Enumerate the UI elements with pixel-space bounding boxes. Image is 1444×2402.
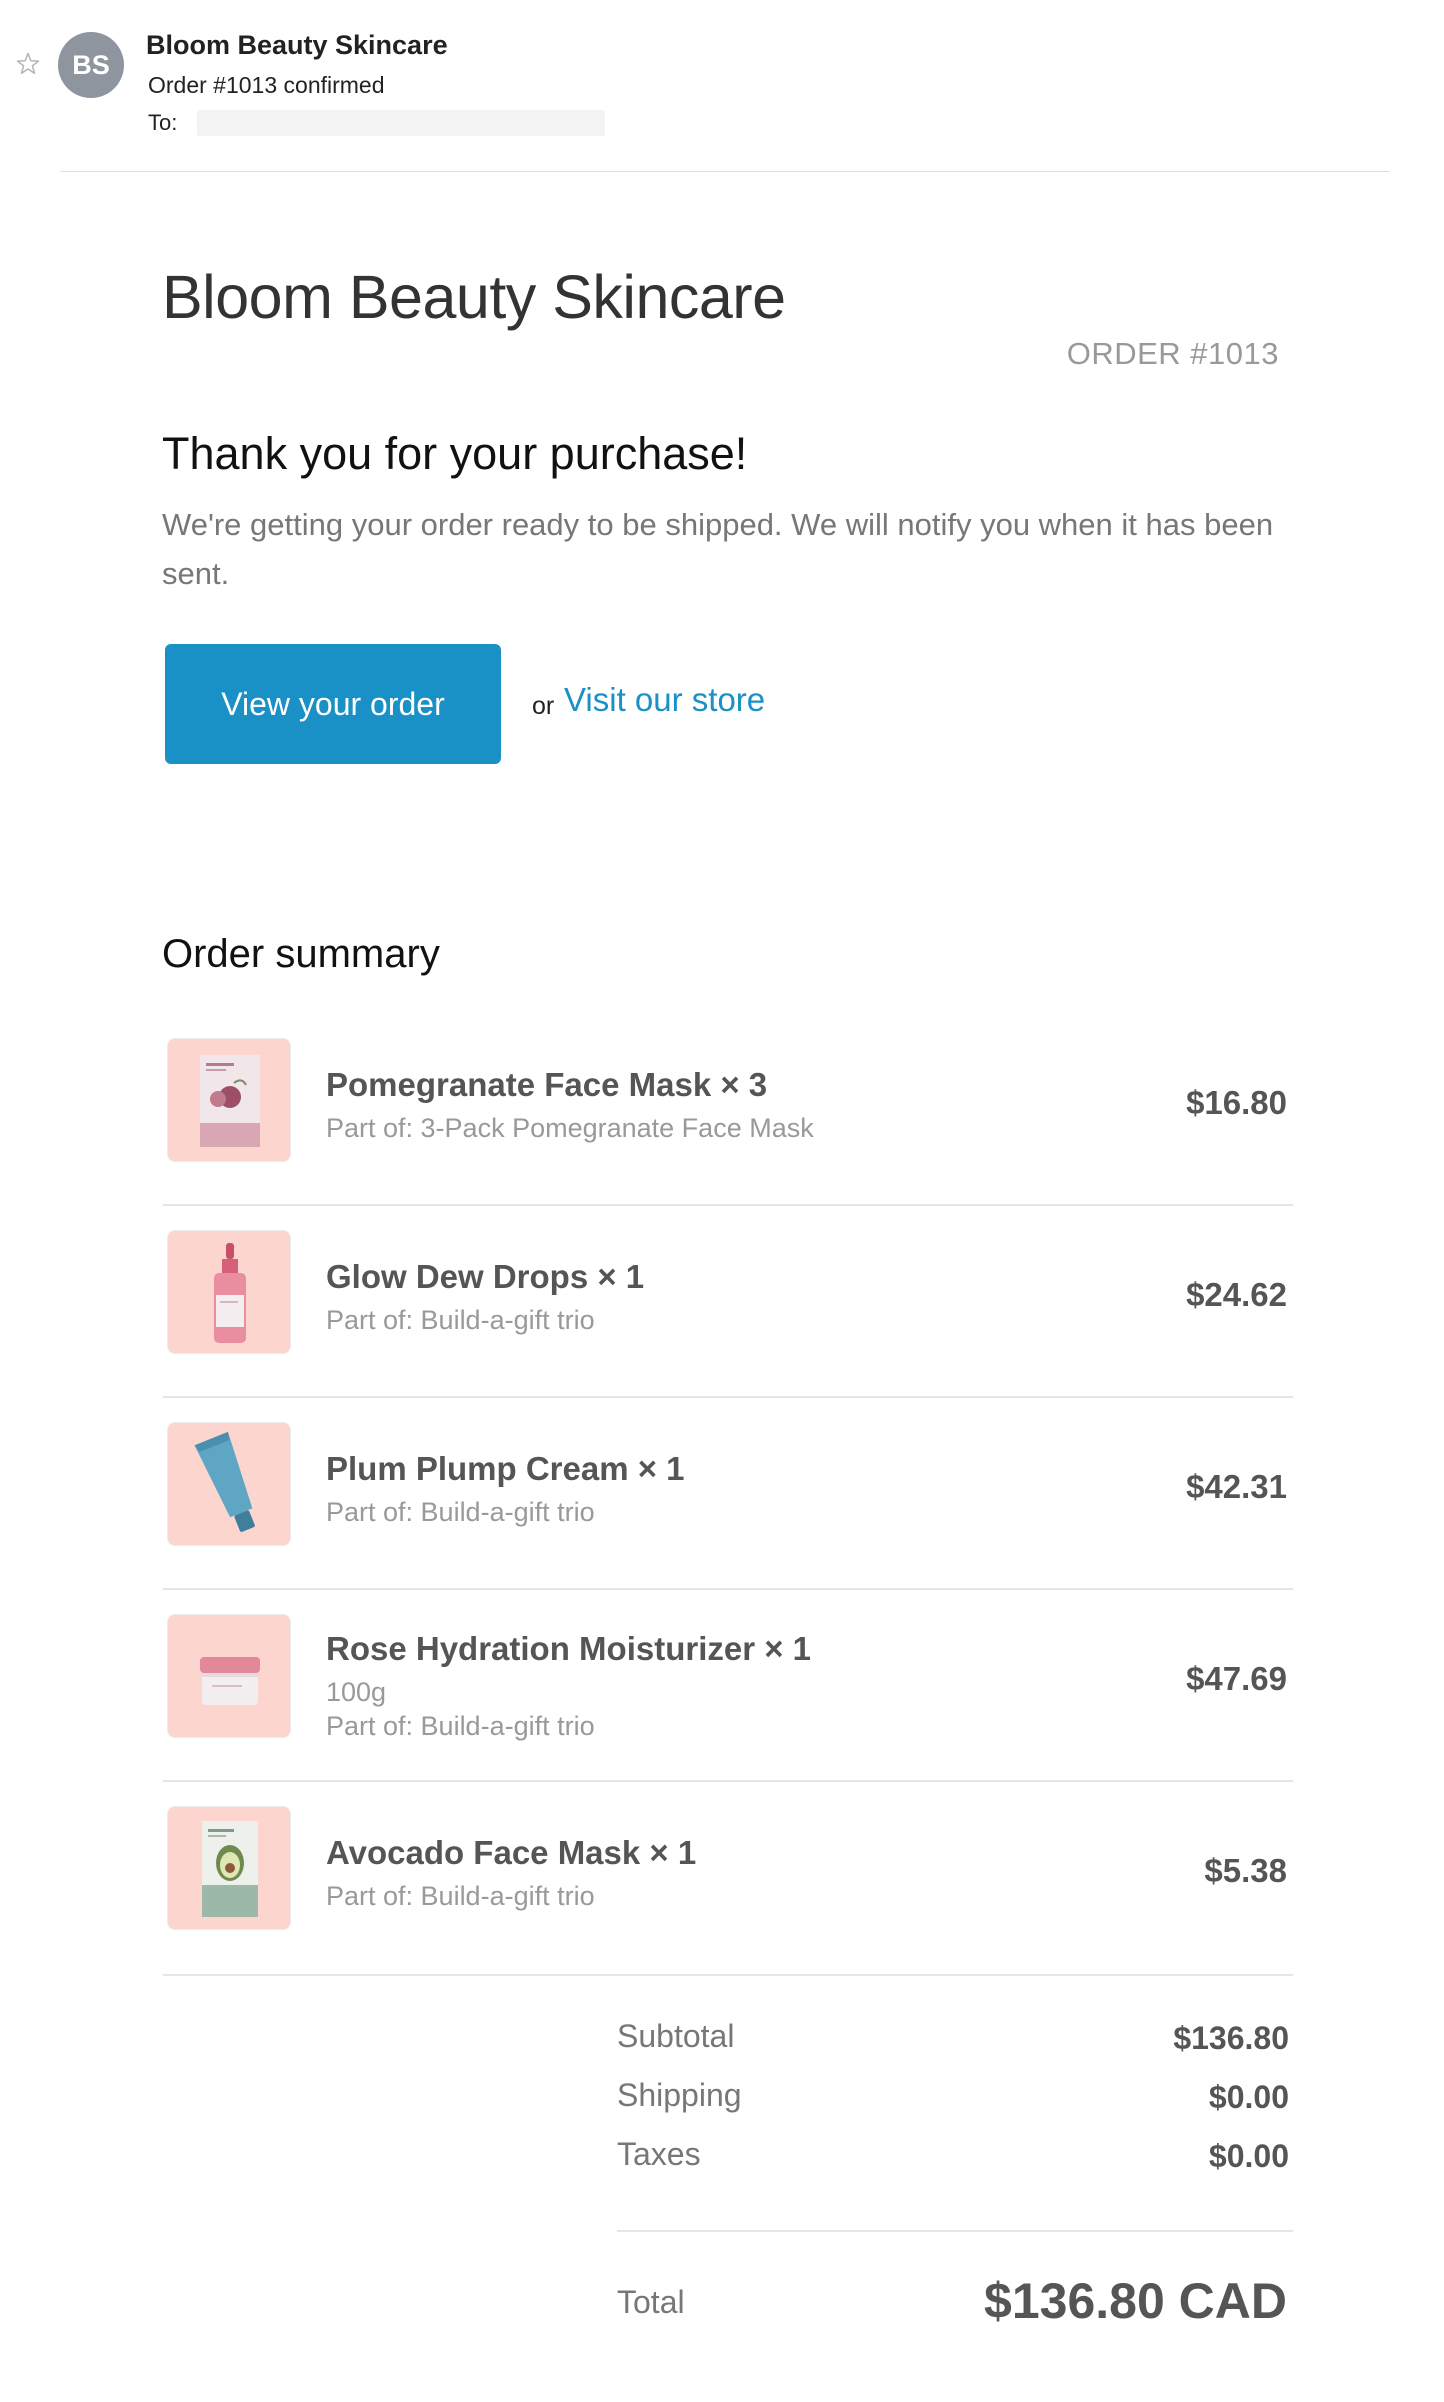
- item-price: $47.69: [1186, 1660, 1287, 1697]
- avocado-mask-icon: [168, 1807, 290, 1929]
- cream-tube-icon: [168, 1423, 290, 1545]
- shipping-row: Shipping $0.00: [617, 2069, 1293, 2128]
- sender-name: Bloom Beauty Skincare: [146, 30, 448, 60]
- list-item: Plum Plump Cream × 1 Part of: Build-a-gi…: [163, 1398, 1293, 1590]
- shop-name: Bloom Beauty Skincare: [162, 263, 786, 331]
- email-header: BS Bloom Beauty Skincare Order #1013 con…: [0, 0, 1444, 172]
- recipient-row: To:: [148, 110, 606, 136]
- item-name: Pomegranate Face Mask × 3: [326, 1066, 768, 1103]
- item-part-of: Part of: 3-Pack Pomegranate Face Mask: [326, 1113, 814, 1143]
- taxes-value: $0.00: [1208, 2138, 1289, 2174]
- subtotal-value: $136.80: [1173, 2020, 1289, 2056]
- thanks-heading: Thank you for your purchase!: [162, 428, 748, 479]
- order-totals: Subtotal $136.80 Shipping $0.00 Taxes $0…: [617, 2010, 1293, 2187]
- item-price: $16.80: [1186, 1084, 1287, 1121]
- cream-jar-icon: [168, 1615, 290, 1737]
- totals-divider: [617, 2230, 1293, 2232]
- item-part-of: Part of: Build-a-gift trio: [326, 1711, 595, 1741]
- list-item: Glow Dew Drops × 1 Part of: Build-a-gift…: [163, 1206, 1293, 1398]
- list-item: Pomegranate Face Mask × 3 Part of: 3-Pac…: [163, 1014, 1293, 1206]
- item-meta: 100g Part of: Build-a-gift trio: [326, 1675, 595, 1743]
- total-label: Total: [617, 2284, 685, 2320]
- total-value: $136.80 CAD: [984, 2273, 1287, 2329]
- item-part-of: Part of: Build-a-gift trio: [326, 1305, 595, 1335]
- or-text: or: [532, 692, 555, 720]
- order-number: ORDER #1013: [1066, 336, 1279, 371]
- item-variant: 100g: [326, 1677, 387, 1707]
- subtotal-label: Subtotal: [617, 2018, 735, 2054]
- item-name: Plum Plump Cream × 1: [326, 1450, 685, 1487]
- product-thumbnail: [167, 1230, 291, 1354]
- product-thumbnail: [167, 1038, 291, 1162]
- product-thumbnail: [167, 1422, 291, 1546]
- thanks-text: We're getting your order ready to be shi…: [162, 507, 1274, 591]
- star-icon[interactable]: [14, 50, 42, 78]
- header-divider: [60, 171, 1390, 172]
- to-label: To:: [148, 110, 178, 135]
- order-summary-heading: Order summary: [162, 932, 440, 976]
- subtotal-row: Subtotal $136.80: [617, 2010, 1293, 2069]
- product-thumbnail: [167, 1806, 291, 1930]
- shipping-label: Shipping: [617, 2077, 742, 2113]
- avatar: BS: [58, 32, 124, 98]
- item-price: $42.31: [1186, 1468, 1287, 1505]
- list-item: Rose Hydration Moisturizer × 1 100g Part…: [163, 1590, 1293, 1782]
- item-name: Rose Hydration Moisturizer × 1: [326, 1630, 812, 1667]
- visit-store-link[interactable]: Visit our store: [564, 681, 765, 719]
- item-part-of: Part of: Build-a-gift trio: [326, 1497, 595, 1527]
- email-subject: Order #1013 confirmed: [148, 72, 385, 98]
- item-price: $5.38: [1204, 1852, 1287, 1889]
- item-name: Avocado Face Mask × 1: [326, 1834, 697, 1871]
- item-price: $24.62: [1186, 1276, 1287, 1313]
- item-part-of: Part of: Build-a-gift trio: [326, 1881, 595, 1911]
- redacted-recipient: [197, 110, 606, 136]
- dropper-bottle-icon: [168, 1231, 290, 1353]
- shipping-value: $0.00: [1208, 2079, 1289, 2115]
- item-name: Glow Dew Drops × 1: [326, 1258, 645, 1295]
- order-items-list: Pomegranate Face Mask × 3 Part of: 3-Pac…: [163, 1014, 1293, 1976]
- taxes-label: Taxes: [617, 2136, 701, 2172]
- view-order-button[interactable]: View your order: [165, 644, 501, 764]
- taxes-row: Taxes $0.00: [617, 2128, 1293, 2187]
- pomegranate-mask-icon: [168, 1039, 290, 1161]
- product-thumbnail: [167, 1614, 291, 1738]
- list-item: Avocado Face Mask × 1 Part of: Build-a-g…: [163, 1782, 1293, 1976]
